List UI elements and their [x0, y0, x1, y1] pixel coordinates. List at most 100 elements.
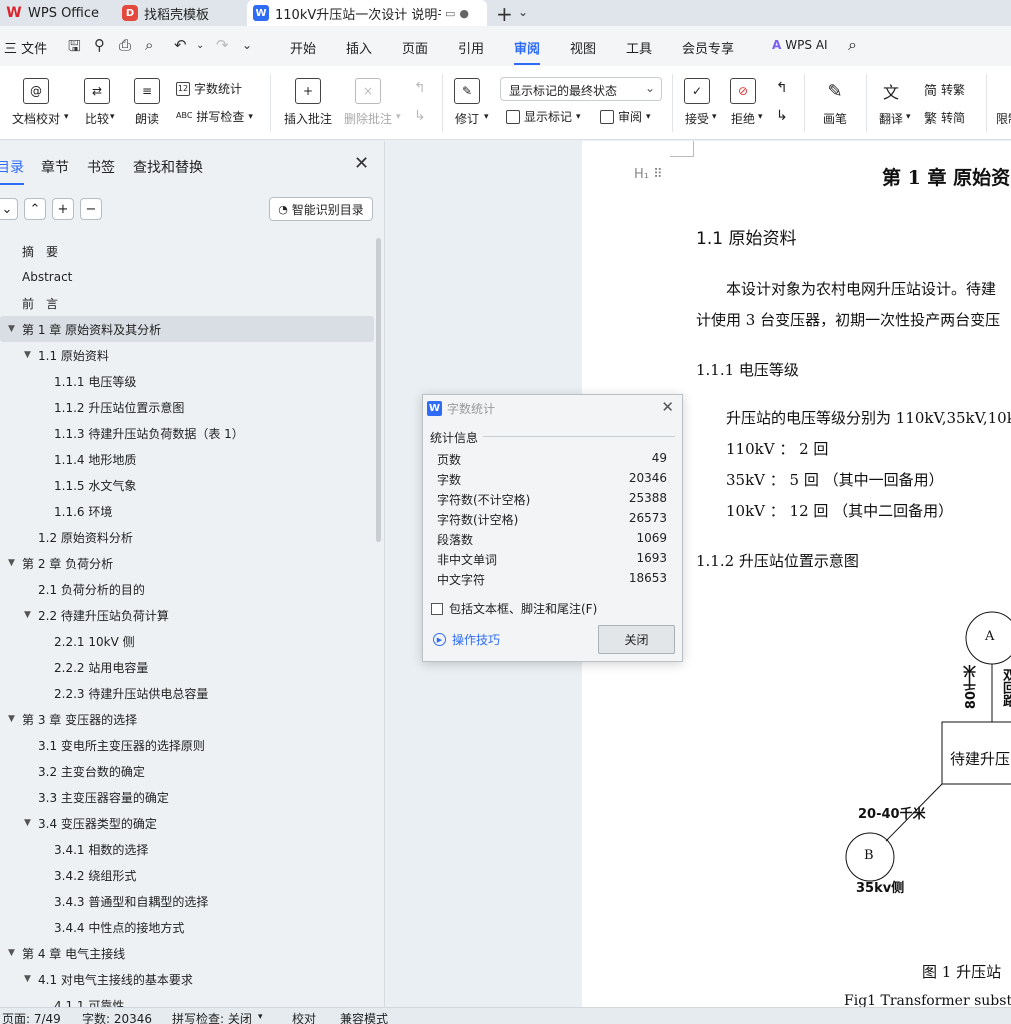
toc-item[interactable]: 3.4.4 中性点的接地方式	[0, 914, 374, 940]
revise-button[interactable]: ✎ 修订	[454, 78, 480, 127]
toc-item[interactable]: 1.2 原始资料分析	[0, 524, 374, 550]
toc-item[interactable]: ▼ 2.2 待建升压站负荷计算	[0, 602, 374, 628]
save-icon[interactable]: 🖫	[68, 36, 81, 61]
previous-comment-icon[interactable]: ↰	[414, 80, 426, 96]
section-heading[interactable]: 1.1 原始资料	[696, 224, 796, 249]
revise-dropdown-icon[interactable]: ▾	[484, 112, 489, 122]
print-preview-icon[interactable]: ⌕	[145, 36, 153, 54]
link-icon[interactable]: ⚲	[94, 36, 105, 54]
toc-item[interactable]: 1.1.4 地形地质	[0, 446, 374, 472]
nav-tab-bookmarks[interactable]: 书签	[87, 157, 115, 177]
tab-document[interactable]: W 110kV升压站一次设计 说明书 ▭ ●	[247, 0, 487, 26]
doc-check-dropdown-icon[interactable]: ▾	[64, 112, 69, 122]
word-count-button[interactable]: 12 字数统计	[176, 80, 242, 97]
reject-dropdown-icon[interactable]: ▾	[758, 112, 763, 122]
menu-page[interactable]: 页面	[402, 38, 428, 57]
redo-icon[interactable]: ↷	[216, 36, 229, 54]
expand-triangle-icon[interactable]: ▼	[8, 948, 15, 958]
toc-item[interactable]: 1.1.6 环境	[0, 498, 374, 524]
toc-item[interactable]: 1.1.1 电压等级	[0, 368, 374, 394]
menu-tools[interactable]: 工具	[626, 38, 652, 57]
toc-item[interactable]: 前 言	[0, 290, 374, 316]
new-tab-plus-icon[interactable]: +	[496, 2, 513, 26]
toc-item[interactable]: 2.2.2 站用电容量	[0, 654, 374, 680]
print-icon[interactable]: ⎙	[119, 36, 131, 54]
nav-tab-toc[interactable]: 目录	[0, 157, 24, 185]
file-menu[interactable]: 三 文件	[4, 38, 47, 57]
menu-home[interactable]: 开始	[290, 38, 316, 57]
expand-triangle-icon[interactable]: ▼	[8, 714, 15, 724]
review-pane-button[interactable]: 审阅 ▾	[600, 108, 651, 125]
checkbox-box[interactable]	[431, 602, 443, 615]
expand-triangle-icon[interactable]: ▼	[24, 350, 31, 360]
next-comment-icon[interactable]: ↳	[414, 108, 426, 124]
nav-tab-chapters[interactable]: 章节	[41, 157, 69, 177]
reject-button[interactable]: ⊘ 拒绝	[730, 78, 756, 127]
toc-item[interactable]: ▼ 4.1 对电气主接线的基本要求	[0, 966, 374, 992]
menu-view[interactable]: 视图	[570, 38, 596, 57]
spell-check-button[interactable]: ABC 拼写检查 ▾	[176, 108, 253, 125]
delete-comment-dropdown-icon[interactable]: ▾	[396, 112, 401, 122]
tab-screen-icon[interactable]: ▭	[445, 7, 455, 20]
insert-comment-button[interactable]: + 插入批注	[284, 78, 332, 127]
pen-button[interactable]: ✎ 画笔	[822, 78, 848, 127]
tab-wps-office[interactable]: W WPS Office	[0, 0, 110, 26]
toc-item[interactable]: ▼ 1.1 原始资料	[0, 342, 374, 368]
expand-triangle-icon[interactable]: ▼	[24, 610, 31, 620]
menu-insert[interactable]: 插入	[346, 38, 372, 57]
toc-item[interactable]: 摘 要	[0, 238, 374, 264]
paragraph-line[interactable]: 升压站的电压等级分别为 110kV,35kV,10k	[726, 407, 1011, 428]
read-aloud-button[interactable]: ≡ 朗读	[134, 78, 160, 127]
markup-state-select[interactable]: 显示标记的最终状态 ⌄	[500, 77, 662, 101]
search-icon[interactable]: ⌕	[848, 35, 857, 55]
toc-item[interactable]: 1.1.5 水文气象	[0, 472, 374, 498]
smart-toc-button[interactable]: ◔ 智能识别目录	[269, 197, 373, 221]
toc-item[interactable]: 3.4.2 绕组形式	[0, 862, 374, 888]
close-button[interactable]: 关闭	[598, 625, 675, 654]
subsection-heading[interactable]: 1.1.2 升压站位置示意图	[696, 550, 859, 571]
dialog-title-bar[interactable]: W 字数统计	[423, 395, 682, 421]
to-simplified-button[interactable]: 繁转简	[924, 108, 965, 127]
voltage-line[interactable]: 35kV ： 5 回 （其中一回备用）	[726, 469, 944, 490]
figure-caption[interactable]: 图 1 升压站	[922, 961, 1001, 982]
toc-item[interactable]: 1.1.2 升压站位置示意图	[0, 394, 374, 420]
close-icon[interactable]: ✕	[661, 398, 674, 416]
toc-item[interactable]: ▼ 第 1 章 原始资料及其分析	[0, 316, 374, 342]
paragraph-line[interactable]: 计使用 3 台变压器，初期一次性投产两台变压	[696, 309, 1000, 330]
spell-check-dropdown-icon[interactable]: ▾	[258, 1012, 263, 1022]
toc-item[interactable]: 1.1.3 待建升压站负荷数据（表 1）	[0, 420, 374, 446]
accept-dropdown-icon[interactable]: ▾	[712, 112, 717, 122]
translate-button[interactable]: 文 翻译	[878, 78, 904, 127]
tab-template-store[interactable]: D 找稻壳模板	[116, 0, 242, 26]
menu-membership[interactable]: 会员专享	[682, 38, 734, 57]
expand-triangle-icon[interactable]: ▼	[24, 818, 31, 828]
toc-item[interactable]: 3.1 变电所主变压器的选择原则	[0, 732, 374, 758]
voltage-line[interactable]: 10kV ： 12 回 （其中二回备用）	[726, 500, 953, 521]
collapse-down-icon[interactable]: ⌄	[0, 198, 18, 220]
toc-item[interactable]: ▼ 第 2 章 负荷分析	[0, 550, 374, 576]
toc-item[interactable]: Abstract	[0, 264, 374, 290]
toc-item[interactable]: ▼ 3.4 变压器类型的确定	[0, 810, 374, 836]
include-textbox-checkbox[interactable]: 包括文本框、脚注和尾注(F)	[431, 600, 597, 617]
toc-item[interactable]: 3.2 主变台数的确定	[0, 758, 374, 784]
to-traditional-button[interactable]: 简转繁	[924, 80, 965, 99]
toc-item[interactable]: 2.2.3 待建升压站供电总容量	[0, 680, 374, 706]
figure-caption-english[interactable]: Fig1 Transformer subst	[844, 993, 1011, 1007]
tips-link[interactable]: ▶ 操作技巧	[433, 631, 500, 648]
nav-scrollbar[interactable]	[376, 238, 381, 542]
expand-triangle-icon[interactable]: ▼	[24, 974, 31, 984]
subsection-heading[interactable]: 1.1.1 电压等级	[696, 359, 799, 380]
status-word-count[interactable]: 字数: 20346	[82, 1010, 152, 1024]
previous-change-icon[interactable]: ↰	[776, 80, 788, 96]
undo-icon[interactable]: ↶	[174, 36, 187, 54]
expand-triangle-icon[interactable]: ▼	[8, 324, 15, 334]
voltage-line[interactable]: 110kV ： 2 回	[726, 438, 828, 459]
translate-dropdown-icon[interactable]: ▾	[906, 112, 911, 122]
restrict-editing-button[interactable]: 限制	[996, 78, 1011, 127]
compare-button[interactable]: ⇄ 比较	[84, 78, 110, 127]
menu-references[interactable]: 引用	[458, 38, 484, 57]
paragraph-line[interactable]: 本设计对象为农村电网升压站设计。待建	[726, 278, 996, 299]
status-spell-check[interactable]: 拼写检查: 关闭	[172, 1010, 252, 1024]
doc-check-button[interactable]: @ 文档校对	[12, 78, 60, 127]
move-up-icon[interactable]: ⌃	[24, 198, 46, 220]
